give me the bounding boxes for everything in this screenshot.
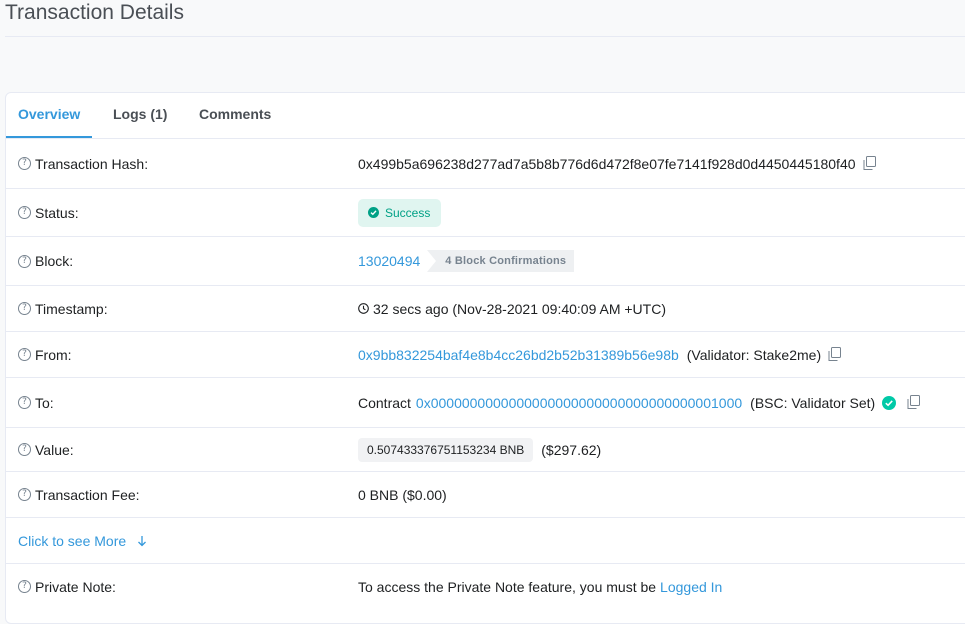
question-circle-icon[interactable]: ? [18, 488, 31, 501]
status-badge: Success [358, 198, 442, 227]
row-block: ? Block: 13020494 4 Block Confirmations [6, 237, 965, 286]
question-circle-icon[interactable]: ? [18, 157, 31, 170]
verified-check-icon [882, 395, 897, 410]
check-circle-icon [368, 207, 379, 218]
question-circle-icon[interactable]: ? [18, 580, 31, 593]
private-note-label: Private Note: [35, 578, 116, 595]
value-label: Value: [35, 441, 74, 458]
tab-logs[interactable]: Logs (1) [113, 93, 167, 138]
tab-comments[interactable]: Comments [199, 93, 271, 138]
question-circle-icon[interactable]: ? [18, 348, 31, 361]
to-contract-prefix: Contract [358, 394, 411, 411]
question-circle-icon[interactable]: ? [18, 443, 31, 456]
row-transaction-fee: ? Transaction Fee: 0 BNB ($0.00) [6, 472, 965, 518]
row-value: ? Value: 0.507433376751153234 BNB ($297.… [6, 428, 965, 472]
private-note-text: To access the Private Note feature, you … [358, 578, 657, 595]
value-amount-badge: 0.507433376751153234 BNB [358, 437, 534, 462]
block-label: Block: [35, 253, 74, 269]
to-address-link[interactable]: 0x00000000000000000000000000000000000010… [416, 395, 742, 411]
row-transaction-hash: ? Transaction Hash: 0x499b5a696238d277ad… [6, 139, 965, 189]
logged-in-link[interactable]: Logged In [660, 579, 722, 595]
row-to: ? To: Contract 0x00000000000000000000000… [6, 378, 965, 428]
row-see-more: Click to see More [6, 518, 965, 564]
transaction-hash-value: 0x499b5a696238d277ad7a5b8b776d6d472f8e07… [358, 155, 856, 172]
transaction-hash-label: Transaction Hash: [35, 155, 149, 172]
to-contract-note: (BSC: Validator Set) [750, 394, 876, 411]
title-divider [5, 36, 965, 37]
status-text: Success [385, 205, 431, 220]
question-circle-icon[interactable]: ? [18, 396, 31, 409]
row-private-note: ? Private Note: To access the Private No… [6, 564, 965, 609]
transaction-card: Overview Logs (1) Comments ? Transaction… [5, 92, 965, 624]
question-circle-icon[interactable]: ? [18, 302, 31, 315]
block-confirmations-badge: 4 Block Confirmations [427, 250, 575, 272]
page-title: Transaction Details [5, 1, 184, 24]
row-status: ? Status: Success [6, 189, 965, 237]
timestamp-label: Timestamp: [35, 300, 108, 317]
see-more-label: Click to see More [18, 532, 127, 549]
timestamp-value: 32 secs ago (Nov-28-2021 09:40:09 AM +UT… [373, 300, 666, 317]
row-timestamp: ? Timestamp: 32 secs ago (Nov-28-2021 09… [6, 286, 965, 332]
see-more-link[interactable]: Click to see More [18, 518, 148, 563]
active-tab-indicator [6, 136, 92, 138]
transaction-fee-value: 0 BNB ($0.00) [358, 486, 447, 503]
status-label: Status: [35, 204, 79, 221]
value-usd: ($297.62) [541, 441, 602, 458]
clock-icon [358, 303, 369, 314]
from-label: From: [35, 346, 72, 363]
copy-icon[interactable] [828, 347, 842, 362]
question-circle-icon[interactable]: ? [18, 254, 31, 268]
copy-icon[interactable] [863, 156, 876, 171]
row-from: ? From: 0x9bb832254baf4e8b4cc26bd2b52b31… [6, 332, 965, 378]
transaction-fee-label: Transaction Fee: [35, 486, 140, 503]
question-circle-icon[interactable]: ? [18, 206, 31, 219]
copy-icon[interactable] [907, 395, 921, 410]
tab-bar: Overview Logs (1) Comments [6, 93, 965, 139]
from-address-link[interactable]: 0x9bb832254baf4e8b4cc26bd2b52b31389b56e9… [358, 347, 679, 363]
tab-overview[interactable]: Overview [18, 93, 80, 138]
from-validator-note: (Validator: Stake2me) [686, 346, 822, 363]
arrow-down-icon [138, 535, 147, 546]
block-number-link[interactable]: 13020494 [358, 253, 420, 269]
to-label: To: [35, 394, 54, 411]
